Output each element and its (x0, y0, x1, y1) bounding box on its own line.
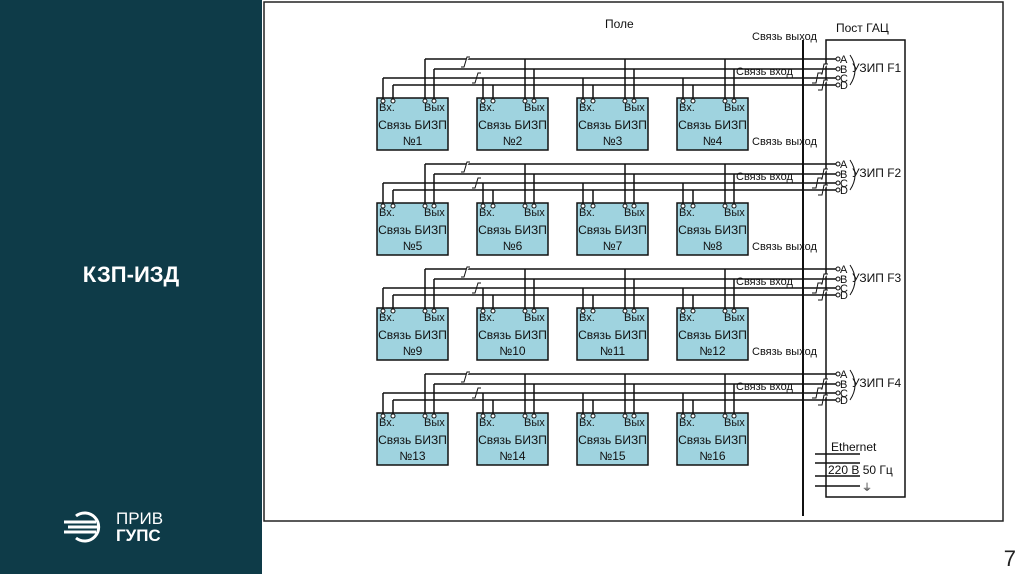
block-number: №3 (603, 134, 623, 148)
uzip-label: УЗИП F2 (852, 166, 902, 180)
link-out-label: Связь выход (752, 31, 817, 43)
block-in-label: Вх. (379, 312, 395, 324)
block-number: №5 (403, 239, 423, 253)
field-label: Поле (605, 17, 634, 31)
block-out-label: Вых (624, 207, 645, 219)
block-name: Связь БИЗП (478, 328, 547, 342)
block-in-label: Вх. (479, 102, 495, 114)
block-name: Связь БИЗП (578, 118, 647, 132)
block-out-label: Вых (724, 102, 745, 114)
block-out-label: Вых (724, 312, 745, 324)
link-out-label: Связь выход (752, 136, 817, 148)
block-in-label: Вх. (679, 102, 695, 114)
wiring-diagram: Поле Пост ГАЦ ABCDУЗИП F1Связь выходСвяз… (263, 1, 1004, 522)
block-name: Связь БИЗП (578, 328, 647, 342)
block-out-label: Вых (624, 312, 645, 324)
page-number: 7 (1003, 546, 1016, 571)
block-in-label: Вх. (579, 207, 595, 219)
block-number: №14 (499, 449, 526, 463)
row-2: ABCDУЗИП F2Связь выходСвязь входВх. ВыхСв… (376, 136, 902, 256)
block-number: №1 (403, 134, 423, 148)
row-4: ABCDУЗИП F4Связь выходСвязь входВх. ВыхСв… (376, 346, 902, 466)
block-out-label: Вых (524, 417, 545, 429)
block-in-label: Вх. (579, 312, 595, 324)
row-1: ABCDУЗИП F1Связь выходСвязь входВх. ВыхСв… (376, 31, 902, 151)
block-number: №10 (499, 344, 526, 358)
block-name: Связь БИЗП (378, 328, 447, 342)
block-number: №9 (403, 344, 423, 358)
block-out-label: Вых (624, 102, 645, 114)
block-out-label: Вых (724, 417, 745, 429)
block-number: №7 (603, 239, 623, 253)
block-name: Связь БИЗП (378, 223, 447, 237)
terminal-label: D (840, 80, 848, 92)
block-in-label: Вх. (679, 312, 695, 324)
block-number: №6 (503, 239, 523, 253)
terminal-label: D (840, 290, 848, 302)
block-name: Связь БИЗП (578, 223, 647, 237)
block-name: Связь БИЗП (578, 433, 647, 447)
block-out-label: Вых (724, 207, 745, 219)
block-out-label: Вых (524, 102, 545, 114)
uzip-label: УЗИП F1 (852, 61, 902, 75)
block-in-label: Вх. (479, 417, 495, 429)
block-name: Связь БИЗП (678, 433, 747, 447)
link-out-label: Связь выход (752, 241, 817, 253)
link-in-label: Связь вход (736, 66, 794, 78)
block-in-label: Вх. (379, 417, 395, 429)
link-in-label: Связь вход (736, 381, 794, 393)
block-number: №2 (503, 134, 523, 148)
terminal-label: D (840, 395, 848, 407)
block-number: №11 (600, 344, 626, 358)
link-in-label: Связь вход (736, 276, 794, 288)
block-number: №12 (699, 344, 726, 358)
block-in-label: Вх. (479, 312, 495, 324)
block-number: №15 (599, 449, 626, 463)
block-number: №16 (699, 449, 726, 463)
uzip-label: УЗИП F4 (852, 376, 902, 390)
block-out-label: Вых (424, 102, 445, 114)
block-in-label: Вх. (379, 102, 395, 114)
block-name: Связь БИЗП (378, 118, 447, 132)
block-out-label: Вых (424, 417, 445, 429)
block-in-label: Вх. (579, 417, 595, 429)
link-out-label: Связь выход (752, 346, 817, 358)
block-number: №8 (703, 239, 723, 253)
block-in-label: Вх. (679, 207, 695, 219)
block-number: №13 (399, 449, 426, 463)
block-out-label: Вых (424, 207, 445, 219)
block-name: Связь БИЗП (678, 118, 747, 132)
block-name: Связь БИЗП (378, 433, 447, 447)
block-name: Связь БИЗП (478, 118, 547, 132)
block-in-label: Вх. (379, 207, 395, 219)
terminal-label: D (840, 185, 848, 197)
power-label: 220 В 50 Гц (828, 463, 893, 477)
link-in-label: Связь вход (736, 171, 794, 183)
row-3: ABCDУЗИП F3Связь выходСвязь входВх. ВыхСв… (376, 241, 902, 361)
block-out-label: Вых (524, 207, 545, 219)
block-in-label: Вх. (479, 207, 495, 219)
uzip-label: УЗИП F3 (852, 271, 902, 285)
block-name: Связь БИЗП (478, 223, 547, 237)
ethernet-label: Ethernet (831, 440, 877, 454)
block-name: Связь БИЗП (678, 223, 747, 237)
block-number: №4 (703, 134, 723, 148)
block-out-label: Вых (624, 417, 645, 429)
post-label: Пост ГАЦ (836, 21, 889, 35)
block-in-label: Вх. (679, 417, 695, 429)
block-name: Связь БИЗП (478, 433, 547, 447)
block-in-label: Вх. (579, 102, 595, 114)
block-out-label: Вых (424, 312, 445, 324)
block-name: Связь БИЗП (678, 328, 747, 342)
block-out-label: Вых (524, 312, 545, 324)
ground-symbol: ⏚ (862, 482, 872, 494)
